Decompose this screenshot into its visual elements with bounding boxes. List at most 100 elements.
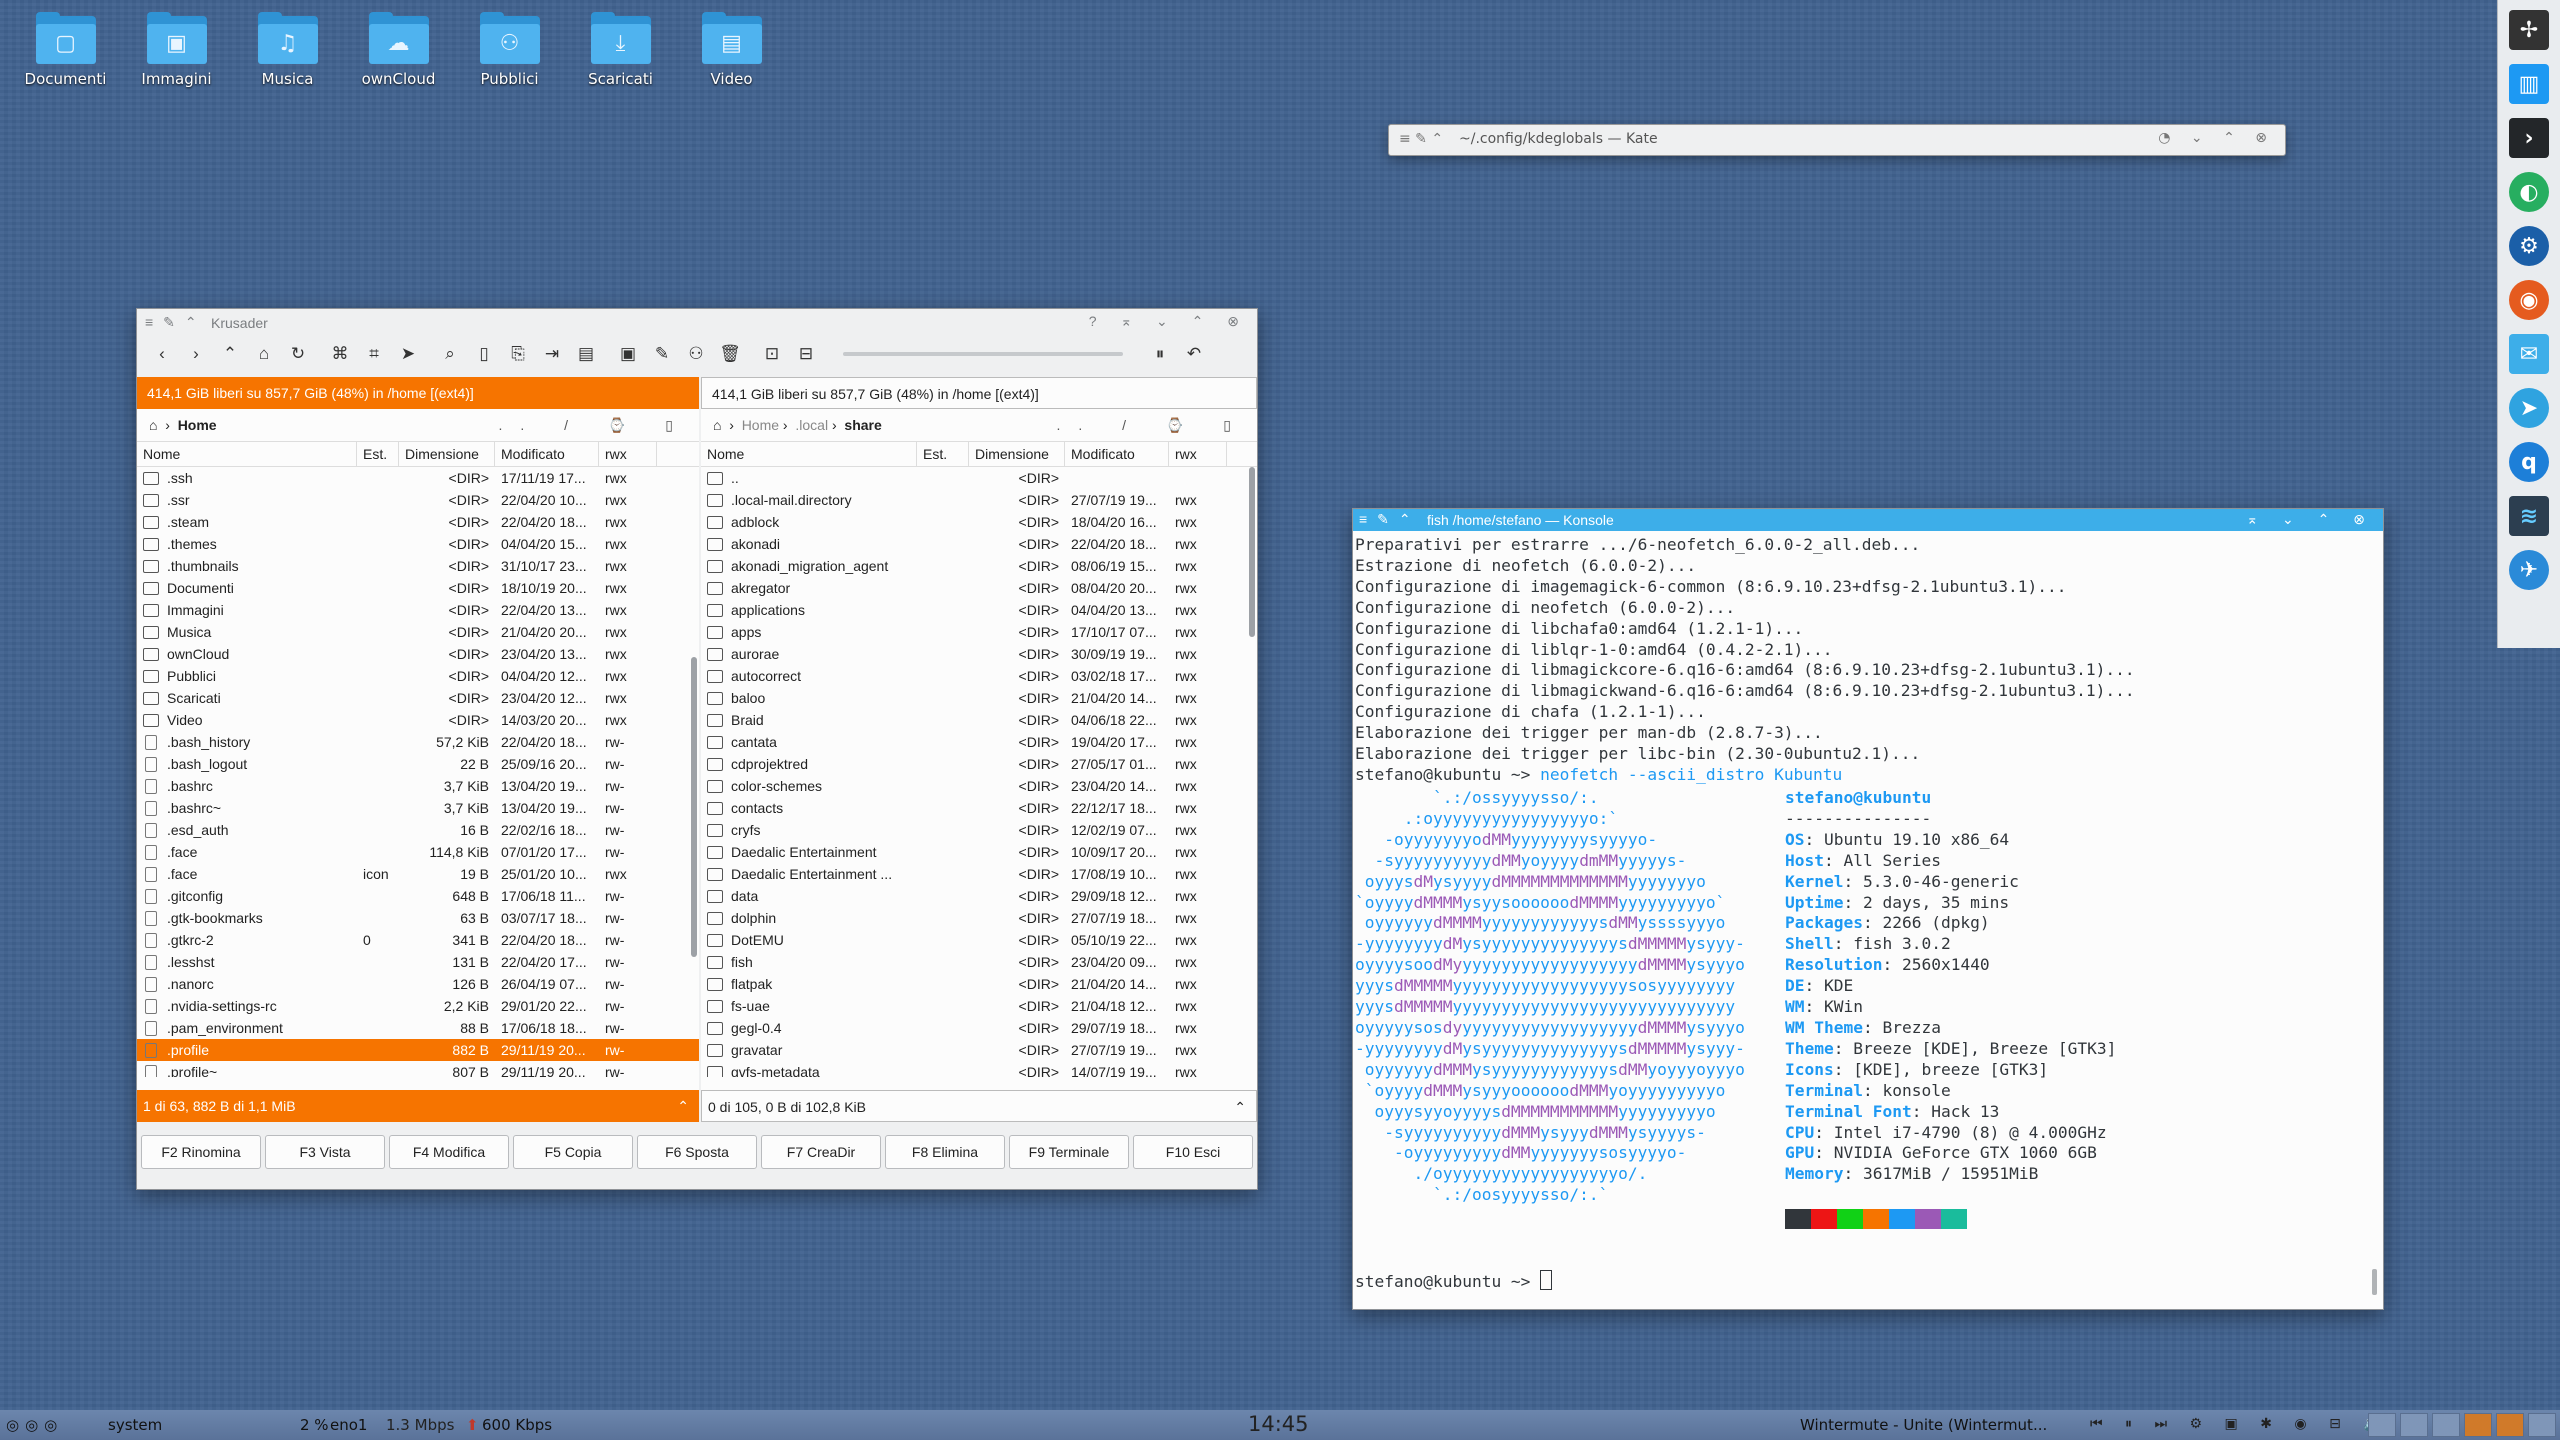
file-row[interactable]: Video <DIR> 14/03/20 20... rwx — [137, 709, 699, 731]
file-row[interactable]: .esd_auth 16 B 22/02/16 18... rw- — [137, 819, 699, 841]
task-item[interactable] — [2528, 1413, 2556, 1437]
file-row[interactable]: Daedalic Entertainment ... <DIR> 17/08/19 … — [701, 863, 1257, 885]
edit-icon[interactable]: ✎ — [645, 344, 679, 364]
file-row[interactable]: akregator <DIR> 08/04/20 20... rwx — [701, 577, 1257, 599]
compare-icon[interactable]: ⌘ — [323, 344, 357, 364]
file-row[interactable]: flatpak <DIR> 21/04/20 14... rwx — [701, 973, 1257, 995]
file-row[interactable]: .bash_logout 22 B 25/09/16 20... rw- — [137, 753, 699, 775]
fkey-button-4[interactable]: F4 Modifica — [389, 1135, 509, 1169]
desktop-icon-owncloud[interactable]: ☁ ownCloud — [343, 12, 454, 88]
left-scrollbar[interactable] — [691, 467, 697, 1077]
file-row[interactable]: adblock <DIR> 18/04/20 16... rwx — [701, 511, 1257, 533]
mail-icon[interactable]: ✉ — [2505, 330, 2553, 378]
file-row[interactable]: .thumbnails <DIR> 31/10/17 23... rwx — [137, 555, 699, 577]
activity-icons[interactable]: ◎◎◎ — [6, 1416, 63, 1434]
file-row[interactable]: Braid <DIR> 04/06/18 22... rwx — [701, 709, 1257, 731]
fkey-button-7[interactable]: F7 CreaDir — [761, 1135, 881, 1169]
file-row[interactable]: gvfs-metadata <DIR> 14/07/19 19... rwx — [701, 1061, 1257, 1077]
file-row[interactable]: autocorrect <DIR> 03/02/18 17... rwx — [701, 665, 1257, 687]
back-icon[interactable]: ‹ — [145, 344, 179, 364]
file-row[interactable]: fish <DIR> 23/04/20 09... rwx — [701, 951, 1257, 973]
split-icon[interactable]: ⊟ — [789, 344, 823, 364]
panel-controls[interactable]: .. / ⌚ ▯ — [499, 409, 691, 441]
file-row[interactable]: .gtkrc-2 0 341 B 22/04/20 18... rw- — [137, 929, 699, 951]
media-player-title[interactable]: Wintermute - Unite (Wintermut... — [1800, 1416, 2047, 1434]
window-controls[interactable]: ? ⌅ ⌄ ⌃ ⊗ — [1089, 313, 1249, 330]
file-row[interactable]: baloo <DIR> 21/04/20 14... rwx — [701, 687, 1257, 709]
file-row[interactable]: aurorae <DIR> 30/09/19 19... rwx — [701, 643, 1257, 665]
file-row[interactable]: applications <DIR> 04/04/20 13... rwx — [701, 599, 1257, 621]
pack-icon[interactable]: ▤ — [569, 344, 603, 364]
file-row[interactable]: akonadi_migration_agent <DIR> 08/06/19 15.… — [701, 555, 1257, 577]
task-manager[interactable] — [2368, 1413, 2556, 1437]
file-row[interactable]: contacts <DIR> 22/12/17 18... rwx — [701, 797, 1257, 819]
up-icon[interactable]: ⌃ — [213, 344, 247, 364]
file-row[interactable]: .bashrc 3,7 KiB 13/04/20 19... rw- — [137, 775, 699, 797]
file-manager-icon[interactable]: ▥ — [2505, 60, 2553, 108]
kde-connect-icon[interactable]: ✢ — [2505, 6, 2553, 54]
right-breadcrumb[interactable]: ⌂ › Home › .local › share .. / ⌚ ▯ — [701, 409, 1257, 442]
breadcrumb-local[interactable]: .local — [795, 417, 828, 433]
file-row[interactable]: .profile~ 807 B 29/11/19 20... rw- — [137, 1061, 699, 1077]
file-row[interactable]: .bash_history 57,2 KiB 22/04/20 18... rw- — [137, 731, 699, 753]
file-row[interactable]: .steam <DIR> 22/04/20 18... rwx — [137, 511, 699, 533]
telegram-icon[interactable]: ➤ — [2505, 384, 2553, 432]
file-row[interactable]: .themes <DIR> 04/04/20 15... rwx — [137, 533, 699, 555]
new-file-icon[interactable]: ▯ — [467, 344, 501, 364]
right-column-headers[interactable]: Nome Est. Dimensione Modificato rwx — [701, 442, 1257, 467]
column-header-3[interactable]: Modificato — [495, 442, 599, 466]
fkey-button-6[interactable]: F6 Sposta — [637, 1135, 757, 1169]
select-icon[interactable]: ➤ — [391, 344, 425, 364]
file-row[interactable]: .nanorc 126 B 26/04/19 07... rw- — [137, 973, 699, 995]
fkey-button-2[interactable]: F2 Rinomina — [141, 1135, 261, 1169]
file-row[interactable]: dolphin <DIR> 27/07/19 18... rwx — [701, 907, 1257, 929]
refresh-icon[interactable]: ↻ — [281, 344, 315, 364]
desktop-icon-immagini[interactable]: ▣ Immagini — [121, 12, 232, 88]
search-icon[interactable]: ⌕ — [433, 344, 467, 364]
file-row[interactable]: .bashrc~ 3,7 KiB 13/04/20 19... rw- — [137, 797, 699, 819]
file-row[interactable]: .gtk-bookmarks 63 B 03/07/17 18... rw- — [137, 907, 699, 929]
column-header-4[interactable]: rwx — [599, 442, 657, 466]
chevron-up-icon[interactable]: ⌃ — [677, 1090, 689, 1122]
column-header-2[interactable]: Dimensione — [969, 442, 1065, 466]
desktop-icon-pubblici[interactable]: ⚇ Pubblici — [454, 12, 565, 88]
clock[interactable]: 14:45 — [1248, 1412, 1309, 1436]
fkey-button-8[interactable]: F8 Elimina — [885, 1135, 1005, 1169]
left-file-list[interactable]: .ssh <DIR> 17/11/19 17... rwx .ssr <DIR> 22/04… — [137, 467, 699, 1077]
file-row[interactable]: Immagini <DIR> 22/04/20 13... rwx — [137, 599, 699, 621]
column-header-3[interactable]: Modificato — [1065, 442, 1169, 466]
panel-controls[interactable]: .. / ⌚ ▯ — [1057, 409, 1249, 441]
desktop-icon-documenti[interactable]: ▢ Documenti — [10, 12, 121, 88]
window-controls[interactable]: ◔ ⌄ ⌃ ⊗ — [2158, 130, 2275, 146]
desktop-icon-musica[interactable]: ♫ Musica — [232, 12, 343, 88]
file-row[interactable]: gegl-0.4 <DIR> 29/07/19 18... rwx — [701, 1017, 1257, 1039]
terminal-icon[interactable]: › — [2505, 114, 2553, 162]
file-row[interactable]: gravatar <DIR> 27/07/19 19... rwx — [701, 1039, 1257, 1061]
qbittorrent-icon[interactable]: q — [2505, 438, 2553, 486]
task-item[interactable] — [2432, 1413, 2460, 1437]
system-label[interactable]: system — [108, 1416, 162, 1434]
undo-icon[interactable]: ↶ — [1177, 344, 1211, 364]
file-row[interactable]: .profile 882 B 29/11/19 20... rw- — [137, 1039, 699, 1061]
file-row[interactable]: .local-mail.directory <DIR> 27/07/19 19...… — [701, 489, 1257, 511]
file-row[interactable]: data <DIR> 29/09/18 12... rwx — [701, 885, 1257, 907]
terminal-icon[interactable]: ⊡ — [755, 344, 789, 364]
window-menu-icon[interactable]: ≡ ✎ ⌃ — [1399, 131, 1443, 147]
file-row[interactable]: akonadi <DIR> 22/04/20 18... rwx — [701, 533, 1257, 555]
file-row[interactable]: ownCloud <DIR> 23/04/20 13... rwx — [137, 643, 699, 665]
firefox-icon[interactable]: ◉ — [2505, 276, 2553, 324]
network-icon[interactable]: ≋ — [2505, 492, 2553, 540]
file-row[interactable]: DotEMU <DIR> 05/10/19 22... rwx — [701, 929, 1257, 951]
column-header-0[interactable]: Nome — [701, 442, 917, 466]
krusader-titlebar[interactable]: ≡✎⌃ Krusader ? ⌅ ⌄ ⌃ ⊗ — [137, 309, 1257, 335]
file-row[interactable]: apps <DIR> 17/10/17 07... rwx — [701, 621, 1257, 643]
column-header-0[interactable]: Nome — [137, 442, 357, 466]
file-row[interactable]: Documenti <DIR> 18/10/19 20... rwx — [137, 577, 699, 599]
right-file-list[interactable]: .. <DIR> .local-mail.directory <DIR> 27/07/1… — [701, 467, 1257, 1077]
file-row[interactable]: Daedalic Entertainment <DIR> 10/09/17 20..… — [701, 841, 1257, 863]
left-breadcrumb[interactable]: ⌂ › Home .. / ⌚ ▯ — [137, 409, 699, 442]
file-row[interactable]: .face icon 19 B 25/01/20 10... rwx — [137, 863, 699, 885]
steam-icon[interactable]: ⚙ — [2505, 222, 2553, 270]
file-row[interactable]: cantata <DIR> 19/04/20 17... rwx — [701, 731, 1257, 753]
file-row[interactable]: Scaricati <DIR> 23/04/20 12... rwx — [137, 687, 699, 709]
